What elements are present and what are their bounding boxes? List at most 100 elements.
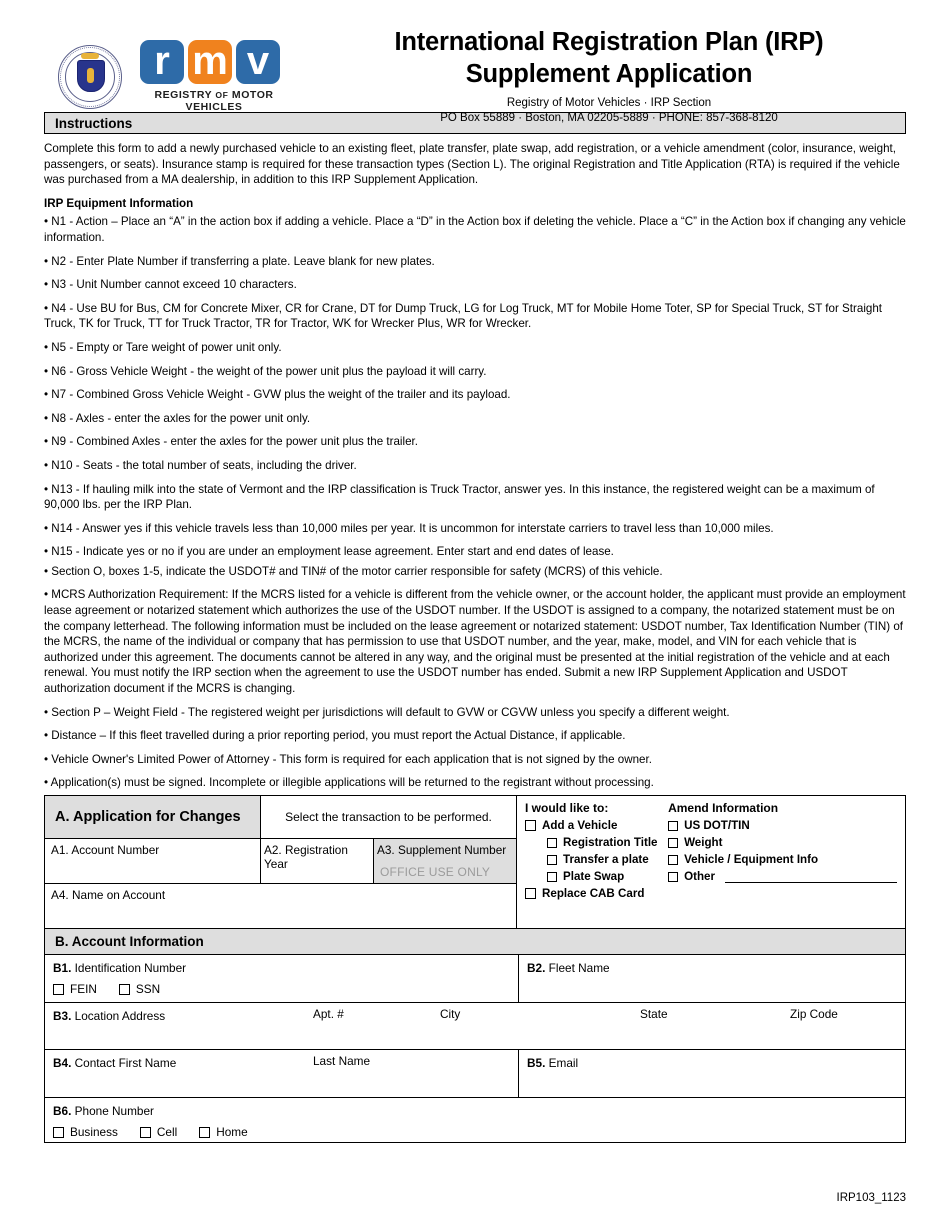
label-registration-title: Registration Title	[563, 836, 658, 849]
instruction-bullet: • N3 - Unit Number cannot exceed 10 char…	[44, 278, 297, 292]
checkbox-row-transfer-a-plate[interactable]: Transfer a plate	[525, 853, 668, 866]
label-weight: Weight	[684, 836, 723, 849]
instruction-bullet: • Application(s) must be signed. Incompl…	[44, 776, 654, 790]
checkbox-row-cell[interactable]: Cell	[139, 1125, 178, 1139]
instruction-bullet: • N13 - If hauling milk into the state o…	[44, 482, 875, 512]
field-b4-contact-name[interactable]: B4. Contact First Name Last Name	[45, 1050, 519, 1098]
checkbox-home[interactable]	[199, 1126, 211, 1138]
checkbox-cell[interactable]	[139, 1126, 151, 1138]
label-replace-cab-card: Replace CAB Card	[542, 887, 645, 900]
checkbox-weight[interactable]	[668, 837, 679, 848]
checkbox-ssn[interactable]	[118, 983, 130, 995]
label-us-dot-tin: US DOT/TIN	[684, 819, 750, 832]
label-plate-swap: Plate Swap	[563, 870, 625, 883]
section-a-left: A. Application for Changes Select the tr…	[45, 796, 517, 928]
checkbox-vehicle-equipment-info[interactable]	[668, 854, 679, 865]
rmv-logo-caption: REGISTRY OF MOTOR VEHICLES	[140, 89, 288, 113]
header-subtitle-line-2: PO Box 55889 · Boston, MA 02205-5889 · P…	[440, 111, 778, 124]
instruction-bullet: • Section P – Weight Field - The registe…	[44, 705, 730, 719]
checkbox-row-other[interactable]: Other	[668, 870, 897, 883]
field-a1-label: A1. Account Number	[51, 843, 160, 857]
field-b6-number: B6.	[53, 1104, 72, 1118]
other-text-input[interactable]	[725, 870, 897, 883]
rmv-logo: r m v REGISTRY OF MOTOR VEHICLES	[140, 40, 288, 113]
i-would-like-to-heading: I would like to:	[525, 801, 609, 815]
field-b1-identification-number[interactable]: B1. Identification Number FEIN SSN	[45, 955, 519, 1003]
checkbox-transfer-a-plate[interactable]	[547, 854, 557, 865]
instruction-bullet: • N2 - Enter Plate Number if transferrin…	[44, 254, 435, 268]
amend-information-column: Amend Information US DOT/TIN Weight Vehi…	[668, 801, 897, 904]
checkbox-row-plate-swap[interactable]: Plate Swap	[525, 870, 668, 883]
checkbox-business[interactable]	[53, 1126, 64, 1138]
field-b2-fleet-name[interactable]: B2. Fleet Name	[519, 955, 905, 1003]
instructions-intro: Complete this form to add a newly purcha…	[44, 142, 900, 187]
field-b3-apt-label: Apt. #	[313, 1007, 344, 1021]
checkbox-row-business[interactable]: Business	[53, 1125, 118, 1139]
field-b5-number: B5.	[527, 1056, 546, 1070]
title-block: International Registration Plan (IRP) Su…	[306, 26, 906, 125]
form-code: IRP103_1123	[836, 1192, 906, 1204]
office-use-only-note: OFFICE USE ONLY	[380, 865, 491, 879]
instruction-bullet: • N6 - Gross Vehicle Weight - the weight…	[44, 364, 487, 378]
page-header: r m v REGISTRY OF MOTOR VEHICLES Interna…	[44, 0, 906, 124]
instruction-bullet: • N10 - Seats - the total number of seat…	[44, 458, 357, 472]
instructions-body: Complete this form to add a newly purcha…	[44, 134, 906, 791]
instructions-band-label: Instructions	[55, 115, 133, 131]
label-fein: FEIN	[70, 982, 97, 996]
rmv-caption-part1: REGISTRY	[154, 89, 216, 101]
header-subtitle-line-1: Registry of Motor Vehicles · IRP Section	[506, 97, 712, 109]
field-b5-email[interactable]: B5. Email	[519, 1050, 905, 1098]
label-add-a-vehicle: Add a Vehicle	[542, 819, 618, 832]
checkbox-us-dot-tin[interactable]	[668, 820, 679, 831]
section-a: A. Application for Changes Select the tr…	[44, 795, 906, 929]
label-other: Other	[684, 870, 715, 883]
section-a-title: A. Application for Changes	[45, 796, 261, 838]
checkbox-other[interactable]	[668, 871, 679, 882]
section-b-title: B. Account Information	[45, 929, 905, 955]
checkbox-row-fein[interactable]: FEIN	[53, 982, 97, 996]
field-b2-number: B2.	[527, 961, 546, 975]
field-b6-label: Phone Number	[74, 1104, 154, 1118]
section-a-right: I would like to: Add a Vehicle Registrat…	[517, 796, 905, 928]
field-b3-city-label: City	[440, 1007, 461, 1021]
checkbox-row-add-a-vehicle[interactable]: Add a Vehicle	[525, 819, 668, 832]
checkbox-replace-cab-card[interactable]	[525, 888, 536, 899]
transaction-options-column: I would like to: Add a Vehicle Registrat…	[525, 801, 668, 904]
section-b-title-label: B. Account Information	[55, 934, 204, 949]
label-home: Home	[216, 1125, 248, 1139]
instruction-bullet: • Distance – If this fleet travelled dur…	[44, 729, 626, 743]
field-b5-label: Email	[548, 1056, 579, 1070]
field-b3-location-address[interactable]: B3. Location Address Apt. # City State Z…	[45, 1003, 905, 1050]
amend-information-heading: Amend Information	[668, 801, 779, 815]
field-b3-label: Location Address	[74, 1009, 166, 1023]
checkbox-row-replace-cab-card[interactable]: Replace CAB Card	[525, 887, 668, 900]
rmv-tile-v: v	[236, 40, 280, 84]
field-a3-label: A3. Supplement Number	[377, 843, 507, 857]
field-b1-label: Identification Number	[74, 961, 187, 975]
field-b4-label: Contact First Name	[74, 1056, 177, 1070]
checkbox-row-home[interactable]: Home	[199, 1125, 248, 1139]
label-business: Business	[70, 1125, 118, 1139]
instruction-bullet: • N14 - Answer yes if this vehicle trave…	[44, 521, 774, 535]
page-title-line-1: International Registration Plan (IRP)	[394, 28, 824, 56]
field-b3-number: B3.	[53, 1009, 72, 1023]
field-a4-label: A4. Name on Account	[51, 888, 166, 902]
checkbox-row-weight[interactable]: Weight	[668, 836, 897, 849]
field-b4-number: B4.	[53, 1056, 72, 1070]
field-a1-account-number[interactable]: A1. Account Number	[45, 839, 261, 883]
field-a4-name-on-account[interactable]: A4. Name on Account	[45, 884, 516, 928]
field-a2-registration-year[interactable]: A2. Registration Year	[261, 839, 374, 883]
checkbox-row-registration-title[interactable]: Registration Title	[525, 836, 668, 849]
checkbox-registration-title[interactable]	[547, 837, 557, 848]
instruction-bullet: • N15 - Indicate yes or no if you are un…	[44, 545, 614, 559]
checkbox-fein[interactable]	[53, 983, 64, 995]
checkbox-row-us-dot-tin[interactable]: US DOT/TIN	[668, 819, 897, 832]
field-b6-phone-number[interactable]: B6. Phone Number Business Cell Home	[45, 1098, 905, 1142]
checkbox-plate-swap[interactable]	[547, 871, 557, 882]
section-b: B. Account Information B1. Identificatio…	[44, 929, 906, 1143]
checkbox-row-vehicle-equipment-info[interactable]: Vehicle / Equipment Info	[668, 853, 897, 866]
form-page: r m v REGISTRY OF MOTOR VEHICLES Interna…	[0, 0, 950, 1230]
checkbox-row-ssn[interactable]: SSN	[118, 982, 160, 996]
label-cell: Cell	[156, 1125, 178, 1139]
checkbox-add-a-vehicle[interactable]	[525, 820, 536, 831]
